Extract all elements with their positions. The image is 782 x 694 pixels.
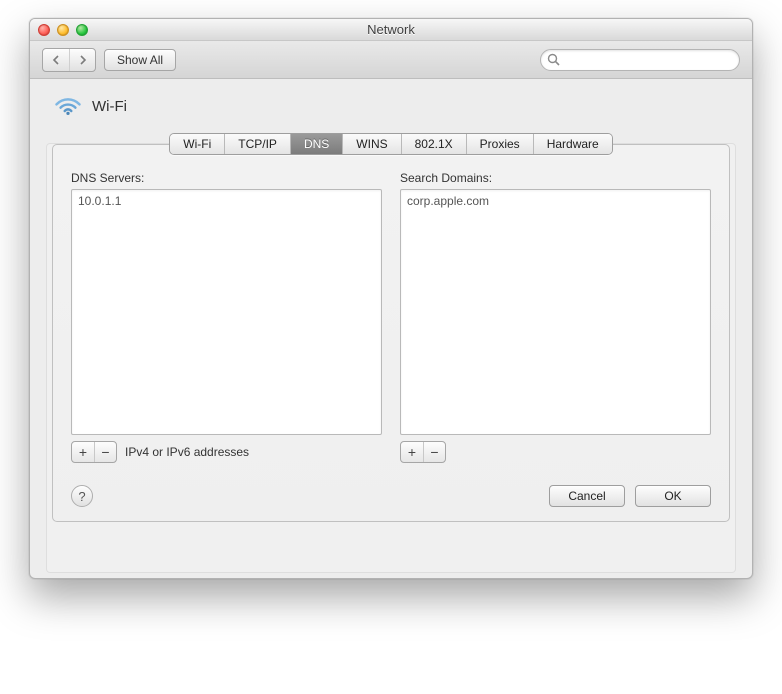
forward-button[interactable] <box>69 49 95 71</box>
chevron-right-icon <box>79 55 87 65</box>
panel-footer: ? Cancel OK <box>71 485 711 507</box>
sheet-header: Wi-Fi <box>46 95 736 123</box>
tabs: Wi-Fi TCP/IP DNS WINS 802.1X Proxies Har… <box>169 133 612 155</box>
wifi-icon <box>54 95 82 117</box>
ok-button[interactable]: OK <box>635 485 711 507</box>
tab-tcpip[interactable]: TCP/IP <box>225 134 291 154</box>
nav-back-forward <box>42 48 96 72</box>
dns-servers-list[interactable]: 10.0.1.1 <box>71 189 382 435</box>
tab-wins[interactable]: WINS <box>343 134 401 154</box>
remove-search-domain-button[interactable]: − <box>423 442 445 462</box>
minimize-button[interactable] <box>57 24 69 36</box>
list-item[interactable]: 10.0.1.1 <box>78 193 375 209</box>
add-search-domain-button[interactable]: + <box>401 442 423 462</box>
dns-servers-pm: + − <box>71 441 117 463</box>
tab-8021x[interactable]: 802.1X <box>402 134 467 154</box>
tab-proxies[interactable]: Proxies <box>467 134 534 154</box>
search-domains-label: Search Domains: <box>400 171 711 185</box>
chevron-left-icon <box>52 55 60 65</box>
show-all-button[interactable]: Show All <box>104 49 176 71</box>
tab-wifi[interactable]: Wi-Fi <box>170 134 225 154</box>
cancel-button[interactable]: Cancel <box>549 485 625 507</box>
list-item[interactable]: corp.apple.com <box>407 193 704 209</box>
traffic-lights <box>38 24 88 36</box>
add-dns-server-button[interactable]: + <box>72 442 94 462</box>
titlebar: Network <box>30 19 752 41</box>
back-button[interactable] <box>43 49 69 71</box>
zoom-button[interactable] <box>76 24 88 36</box>
connection-name: Wi-Fi <box>92 98 127 115</box>
search-domains-list[interactable]: corp.apple.com <box>400 189 711 435</box>
search-input[interactable] <box>540 49 740 71</box>
search-icon <box>547 53 560 66</box>
tab-hardware[interactable]: Hardware <box>534 134 612 154</box>
remove-dns-server-button[interactable]: − <box>94 442 116 462</box>
help-button[interactable]: ? <box>71 485 93 507</box>
toolbar: Show All <box>30 41 752 79</box>
network-prefs-window: Network Show All <box>29 18 753 579</box>
close-button[interactable] <box>38 24 50 36</box>
dns-servers-label: DNS Servers: <box>71 171 382 185</box>
dns-panel: DNS Servers: 10.0.1.1 + − IPv4 or IPv6 a… <box>52 144 730 522</box>
search-wrap <box>540 49 740 71</box>
search-domains-pm: + − <box>400 441 446 463</box>
search-domains-column: Search Domains: corp.apple.com + − <box>400 171 711 463</box>
tab-dns[interactable]: DNS <box>291 134 343 154</box>
window-title: Network <box>30 22 752 37</box>
tab-row: Wi-Fi TCP/IP DNS WINS 802.1X Proxies Har… <box>46 133 736 155</box>
sheet-area: Wi-Fi Wi-Fi TCP/IP DNS WINS 802.1X Proxi… <box>30 79 752 578</box>
dns-servers-column: DNS Servers: 10.0.1.1 + − IPv4 or IPv6 a… <box>71 171 382 463</box>
dns-hint: IPv4 or IPv6 addresses <box>125 445 249 459</box>
